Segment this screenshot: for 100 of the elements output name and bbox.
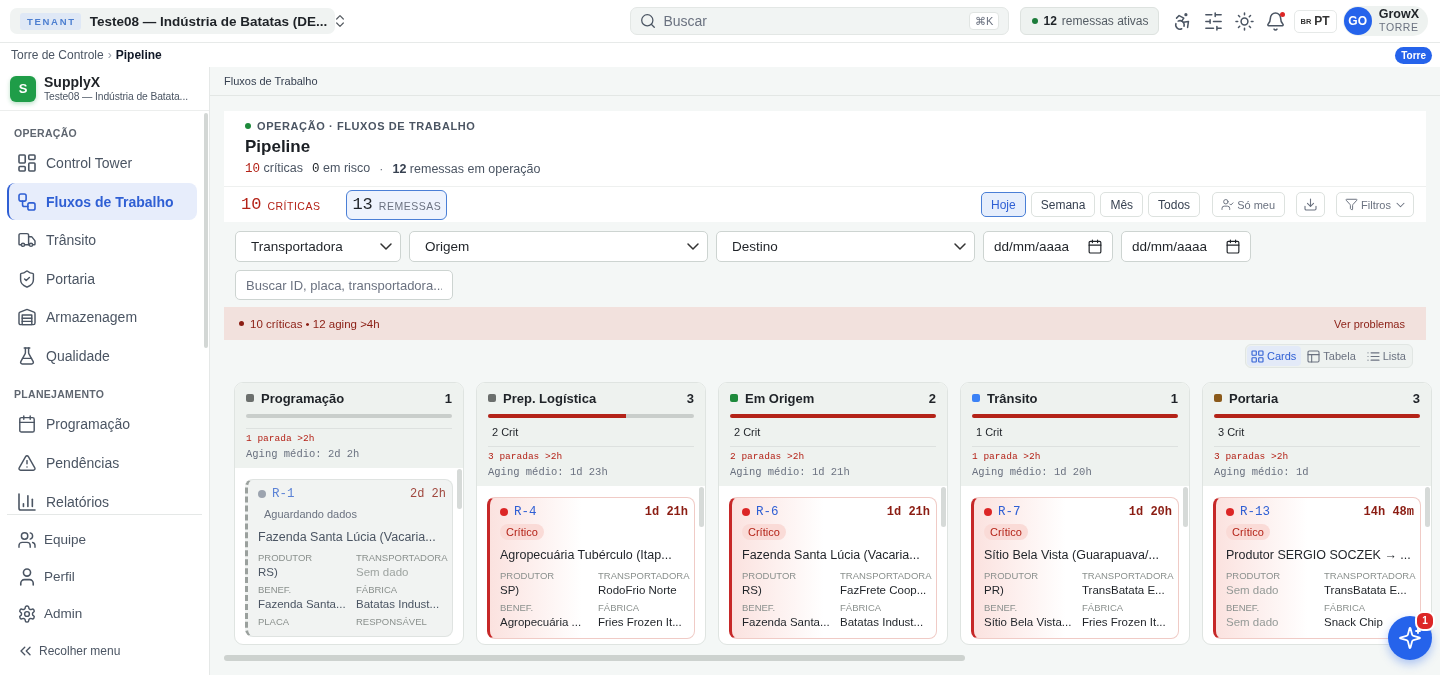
elapsed-time: 1d 21h: [886, 505, 930, 519]
search-field[interactable]: Buscar ID, placa, transportadora...: [235, 270, 453, 300]
scrollbar[interactable]: [1425, 487, 1430, 527]
shipment-card[interactable]: R-4 1d 21h Crítico Agropecuária Tubérculo (Itap... PRODUTOR SP) TRANSPORTADORA RodoFrio Norte BENEF. Agropecuária ... FÁBRICA Fries Frozen It...: [487, 497, 695, 639]
shipment-card[interactable]: R-7 1d 20h Crítico Sítio Bela Vista (Guarapuava/... PRODUTOR PR) TRANSPORTADORA TransBatata E... BENEF. Sítio Bela Vista... FÁBRICA Fries Frozen It...: [971, 497, 1179, 639]
view-tab[interactable]: Tabela: [1303, 346, 1361, 366]
view-tab[interactable]: Lista: [1362, 346, 1411, 366]
breadcrumb-link[interactable]: Pipeline: [115, 48, 162, 62]
only-mine-button[interactable]: Só meu: [1212, 192, 1286, 217]
chevron-down-icon: [955, 244, 965, 249]
shipment-card[interactable]: R-6 1d 21h Crítico Fazenda Santa Lúcia (Vacaria... PRODUTOR RS) TRANSPORTADORA FazFrete Coop... BENEF. Fazenda Santa... FÁBRICA Batatas Indust...: [729, 497, 937, 639]
nav-item[interactable]: Perfil: [7, 558, 202, 595]
field-label: BENEF.: [1226, 601, 1260, 614]
users-icon: [19, 531, 35, 548]
sliders-icon[interactable]: [1204, 12, 1222, 30]
nav-section-title: OPERAÇÃO: [14, 126, 78, 141]
field-value: TransBatata E...: [1324, 583, 1407, 598]
field-label: TRANSPORTADORA: [356, 551, 448, 564]
nav-item[interactable]: Qualidade: [7, 337, 197, 375]
field-value: SP): [500, 583, 520, 598]
calendar-icon: [19, 416, 35, 433]
active-shipments-chip[interactable]: 12 remessas ativas: [1020, 7, 1159, 35]
field-value: Batatas Indust...: [356, 597, 440, 612]
nav-item[interactable]: Relatórios: [7, 483, 197, 514]
field-value: TransBatata E...: [1082, 583, 1165, 598]
field-label: FÁBRICA: [1082, 601, 1124, 614]
nav-item[interactable]: Fluxos de Trabalho: [7, 183, 197, 221]
bell-icon[interactable]: [1266, 12, 1284, 30]
scrollbar[interactable]: [699, 487, 704, 527]
card-title: Produtor SERGIO SOCZEK → ...: [1226, 547, 1411, 564]
alert-link[interactable]: Ver problemas: [1334, 317, 1405, 330]
filters-button[interactable]: Filtros: [1336, 192, 1414, 217]
period-tab[interactable]: Hoje: [981, 192, 1026, 217]
download-button[interactable]: [1296, 192, 1326, 217]
period-tab[interactable]: Mês: [1100, 192, 1144, 217]
average-aging: Aging médio: 1d 20h: [972, 465, 1092, 480]
card-title: Fazenda Santa Lúcia (Vacaria...: [742, 547, 920, 564]
accessibility-icon[interactable]: [1173, 12, 1191, 30]
field-value: Fazenda Santa...: [742, 615, 830, 630]
view-tab[interactable]: Cards: [1247, 346, 1302, 366]
nav-item[interactable]: Trânsito: [7, 221, 197, 259]
scrollbar[interactable]: [457, 469, 462, 509]
nav-item[interactable]: Programação: [7, 405, 197, 443]
nav-item[interactable]: Pendências: [7, 444, 197, 482]
stalled-count: 3 paradas >2h: [1214, 450, 1289, 463]
filter-dropdown[interactable]: Transportadora: [235, 231, 401, 262]
scrollbar[interactable]: [224, 655, 965, 661]
field-value: RodoFrio Norte: [598, 583, 677, 598]
dashboard-icon: [19, 155, 35, 171]
status-badge: Crítico: [984, 524, 1028, 540]
status-dot-icon: [245, 123, 251, 129]
status-dot-icon: [742, 508, 750, 516]
status-text: Aguardando dados: [264, 507, 357, 522]
date-field[interactable]: dd/mm/aaaa: [1121, 231, 1251, 262]
summary-separator: ·: [379, 160, 384, 177]
field-label: FÁBRICA: [840, 601, 882, 614]
shipments-summary: 12 remessas em operação: [392, 160, 541, 177]
nav-item[interactable]: Control Tower: [7, 144, 197, 182]
collapse-menu-button[interactable]: Recolher menu: [7, 632, 202, 670]
tenant-name: Teste08 — Indústria de Batata...: [44, 90, 188, 103]
filter-dropdown[interactable]: Destino: [716, 231, 975, 262]
field-value: RS): [742, 583, 762, 598]
critical-count: 2 Crit: [734, 425, 761, 439]
scrollbar[interactable]: [941, 487, 946, 527]
scrollbar[interactable]: [1183, 487, 1188, 527]
filter-dropdown[interactable]: Origem: [409, 231, 708, 262]
shipment-card[interactable]: R-13 14h 48m Crítico Produtor SERGIO SOCZEK → ... PRODUTOR Sem dado TRANSPORTADORA TransBatata E... BENEF. Sem dado FÁBRICA Snack Chip: [1213, 497, 1421, 639]
chevron-down-icon: [381, 244, 391, 249]
shipment-card[interactable]: R-1 2d 2h Aguardando dados Fazenda Santa Lúcia (Vacaria... PRODUTOR RS) TRANSPORTADORA Sem dado BENEF. Fazenda Santa... FÁBRICA Batatas Indust... PLACA RESPONSÁVEL: [245, 479, 453, 637]
alert-dot-icon: [239, 321, 244, 326]
nav-item[interactable]: Armazenagem: [7, 298, 197, 336]
status-badge: Crítico: [742, 524, 786, 540]
breadcrumb-link[interactable]: Torre de Controle: [11, 48, 104, 62]
shortcut-hint: ⌘K: [969, 12, 1000, 30]
download-icon: [1305, 199, 1317, 210]
nav-item[interactable]: Admin: [7, 595, 202, 632]
field-value: Sem dado: [1226, 615, 1279, 630]
nav-item[interactable]: Portaria: [7, 260, 197, 298]
list-icon: [1367, 350, 1379, 362]
sun-icon[interactable]: [1235, 12, 1253, 30]
critical-summary: 10 críticas: [245, 160, 304, 177]
field-value: Sem dado: [356, 565, 409, 580]
date-field[interactable]: dd/mm/aaaa: [983, 231, 1113, 262]
kpi-toggle[interactable]: 13 REMESSAS: [346, 189, 448, 220]
chevron-down-icon: [1397, 202, 1404, 207]
nav-item[interactable]: Equipe: [7, 521, 202, 558]
kpi-toggle[interactable]: 10 CRÍTICAS: [235, 189, 327, 220]
app-logo: S: [10, 75, 36, 102]
field-label: PLACA: [258, 615, 290, 628]
period-tab[interactable]: Semana: [1030, 192, 1096, 217]
chevron-up-down-icon: [336, 15, 345, 27]
average-aging: Aging médio: 2d 2h: [246, 447, 360, 462]
critical-count: 2 Crit: [492, 425, 519, 439]
field-value: RS): [258, 565, 278, 580]
period-tab[interactable]: Todos: [1148, 192, 1201, 217]
truck-icon: [19, 232, 35, 249]
field-label: TRANSPORTADORA: [598, 569, 690, 582]
field-label: PRODUTOR: [742, 569, 797, 582]
workflow-icon: [19, 193, 35, 210]
avatar: GO: [1343, 7, 1372, 35]
